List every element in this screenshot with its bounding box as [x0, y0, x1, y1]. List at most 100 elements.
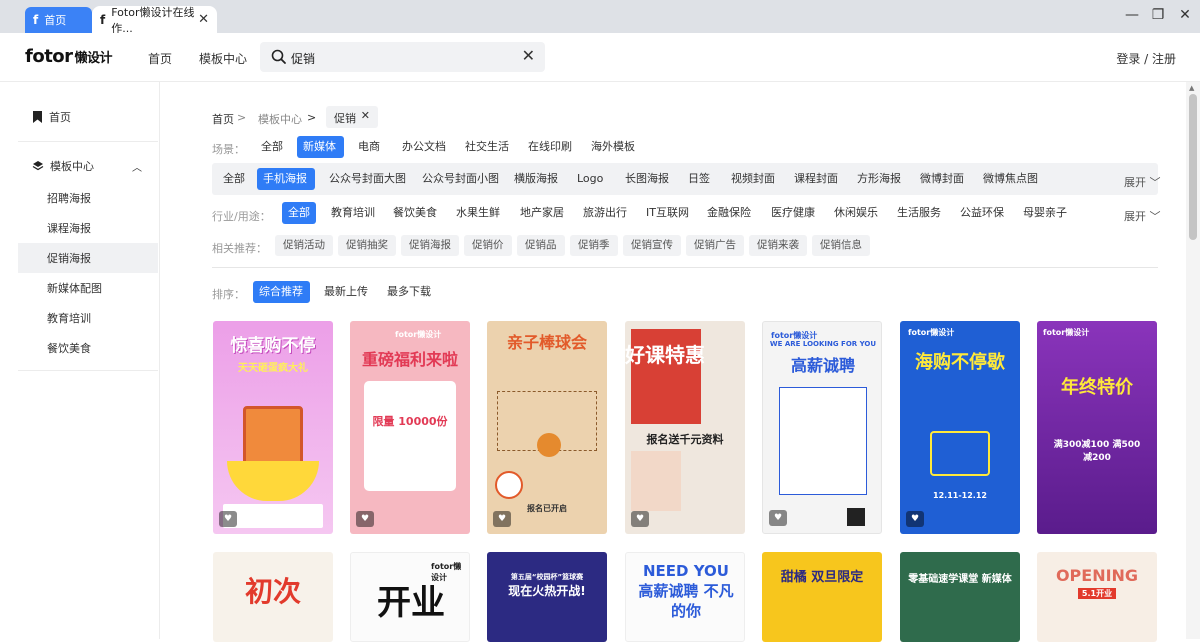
category-option[interactable]: Logo [571, 168, 609, 190]
industry-option[interactable]: 休闲娱乐 [828, 202, 884, 224]
category-option[interactable]: 横版海报 [508, 168, 564, 190]
sidebar-item-course[interactable]: 课程海报 [18, 213, 158, 243]
industry-option[interactable]: 公益环保 [954, 202, 1010, 224]
breadcrumb-home[interactable]: 首页 [212, 111, 234, 127]
industry-expand-button[interactable]: 展开 ﹀ [1124, 208, 1161, 224]
card-tag [537, 433, 561, 457]
related-tag[interactable]: 促销价 [464, 235, 512, 256]
sidebar-item-recruit[interactable]: 招聘海报 [18, 183, 158, 213]
industry-option[interactable]: 餐饮美食 [387, 202, 443, 224]
search-box[interactable]: 促销 ✕ [260, 42, 545, 72]
card-job-list [779, 387, 867, 495]
vip-badge-icon: ♥ [631, 511, 649, 527]
sidebar: 首页 模板中心 ︿ 招聘海报 课程海报 促销海报 新媒体配图 教育培训 餐饮美食 [18, 82, 160, 639]
industry-option[interactable]: 生活服务 [891, 202, 947, 224]
template-card[interactable]: 好课特惠 报名送千元资料 ♥ [625, 321, 745, 534]
category-option[interactable]: 公众号封面小图 [416, 168, 505, 190]
related-tag[interactable]: 促销品 [517, 235, 565, 256]
related-tag[interactable]: 促销海报 [401, 235, 459, 256]
sort-option[interactable]: 最新上传 [318, 281, 374, 303]
scene-option[interactable]: 办公文档 [396, 136, 452, 158]
sidebar-item-education[interactable]: 教育培训 [18, 303, 158, 333]
scrollbar-thumb[interactable] [1189, 94, 1197, 240]
industry-option[interactable]: 金融保险 [701, 202, 757, 224]
close-tab-icon[interactable]: ✕ [198, 12, 209, 27]
category-option[interactable]: 微博焦点图 [977, 168, 1044, 190]
template-card[interactable]: fotor懒设计 海购不停歇 12.11-12.12 ♥ [900, 321, 1020, 534]
scene-option[interactable]: 在线印刷 [522, 136, 578, 158]
template-card[interactable]: 惊喜购不停 天天砸蛋疯大礼 ♥ [213, 321, 333, 534]
sidebar-item-food[interactable]: 餐饮美食 [18, 333, 158, 363]
sidebar-item-home[interactable]: 首页 [18, 102, 158, 132]
template-card[interactable]: 零基础速学课堂 新媒体 [900, 552, 1020, 642]
template-card[interactable]: NEED YOU 高薪诚聘 不凡的你 [625, 552, 745, 642]
sidebar-item-promotion[interactable]: 促销海报 [18, 243, 158, 273]
related-tag[interactable]: 促销活动 [275, 235, 333, 256]
scene-option[interactable]: 社交生活 [459, 136, 515, 158]
industry-option[interactable]: 旅游出行 [577, 202, 633, 224]
sort-option[interactable]: 最多下载 [381, 281, 437, 303]
sort-option-selected[interactable]: 综合推荐 [253, 281, 310, 303]
template-card[interactable]: 第五届“校园杯”篮球赛 现在火热开战! [487, 552, 607, 642]
page-scrollbar[interactable]: ▲ [1186, 82, 1200, 639]
related-tag[interactable]: 促销广告 [686, 235, 744, 256]
scene-option[interactable]: 全部 [255, 136, 289, 158]
card-title: 初次 [244, 575, 301, 608]
card-brand: fotor懒设计 [1043, 328, 1090, 337]
browser-tab-home[interactable]: f 首页 [25, 7, 92, 33]
industry-option[interactable]: 教育培训 [325, 202, 381, 224]
card-subtitle: 天天砸蛋疯大礼 [238, 363, 308, 374]
related-tag[interactable]: 促销来袭 [749, 235, 807, 256]
category-option[interactable]: 微博封面 [914, 168, 970, 190]
scene-option-selected[interactable]: 新媒体 [297, 136, 344, 158]
sidebar-item-template-center[interactable]: 模板中心 ︿ [18, 151, 158, 181]
related-tag[interactable]: 促销信息 [812, 235, 870, 256]
industry-option[interactable]: 医疗健康 [765, 202, 821, 224]
remove-tag-icon[interactable]: ✕ [361, 109, 370, 122]
category-option[interactable]: 全部 [217, 168, 251, 190]
category-option[interactable]: 视频封面 [725, 168, 781, 190]
industry-option-selected[interactable]: 全部 [282, 202, 316, 224]
category-option[interactable]: 日签 [682, 168, 716, 190]
browser-tab-active[interactable]: f Fotor懒设计在线作... ✕ [92, 6, 217, 35]
minimize-icon[interactable]: — [1122, 7, 1142, 23]
industry-option[interactable]: IT互联网 [640, 202, 695, 224]
category-option[interactable]: 方形海报 [851, 168, 907, 190]
template-card[interactable]: 甜橘 双旦限定 [762, 552, 882, 642]
industry-option[interactable]: 母婴亲子 [1017, 202, 1073, 224]
card-title: 惊喜购不停 [230, 336, 316, 356]
chevron-up-icon[interactable]: ︿ [132, 159, 142, 174]
template-card[interactable]: fotor懒设计 开业 [350, 552, 470, 642]
sidebar-item-new-media[interactable]: 新媒体配图 [18, 273, 158, 303]
category-expand-button[interactable]: 展开 ﹀ [1124, 174, 1161, 190]
scroll-up-icon[interactable]: ▲ [1189, 84, 1194, 92]
template-card[interactable]: 初次 [213, 552, 333, 642]
industry-option[interactable]: 地产家居 [514, 202, 570, 224]
nav-template-center[interactable]: 模板中心 [199, 50, 247, 67]
scene-option[interactable]: 海外模板 [585, 136, 641, 158]
scene-option[interactable]: 电商 [352, 136, 386, 158]
breadcrumb-template-center[interactable]: 模板中心 [258, 111, 302, 127]
search-input[interactable]: 促销 [291, 50, 315, 67]
login-register-link[interactable]: 登录 / 注册 [1116, 50, 1176, 67]
related-tag[interactable]: 促销宣传 [623, 235, 681, 256]
category-option[interactable]: 课程封面 [788, 168, 844, 190]
clear-search-icon[interactable]: ✕ [522, 46, 535, 65]
category-option[interactable]: 公众号封面大图 [323, 168, 412, 190]
template-card[interactable]: fotor懒设计 重磅福利来啦 限量 10000份 ♥ [350, 321, 470, 534]
nav-home[interactable]: 首页 [148, 50, 172, 67]
template-card[interactable]: OPENING 5.1开业 [1037, 552, 1157, 642]
maximize-icon[interactable]: ❐ [1148, 7, 1168, 23]
vip-badge-icon: ♥ [219, 511, 237, 527]
template-card[interactable]: 亲子棒球会 报名已开启 ♥ [487, 321, 607, 534]
close-window-icon[interactable]: ✕ [1175, 7, 1195, 23]
category-option-selected[interactable]: 手机海报 [257, 168, 315, 190]
fotor-logo[interactable]: fotor 懒设计 [25, 46, 113, 67]
template-card[interactable]: fotor懒设计 年终特价 满300减100 满500减200 [1037, 321, 1157, 534]
template-card[interactable]: fotor懒设计 WE ARE LOOKING FOR YOU 高薪诚聘 ♥ [762, 321, 882, 534]
related-tag[interactable]: 促销季 [570, 235, 618, 256]
industry-option[interactable]: 水果生鲜 [450, 202, 506, 224]
breadcrumb-sep: > [307, 111, 317, 124]
category-option[interactable]: 长图海报 [619, 168, 675, 190]
related-tag[interactable]: 促销抽奖 [338, 235, 396, 256]
